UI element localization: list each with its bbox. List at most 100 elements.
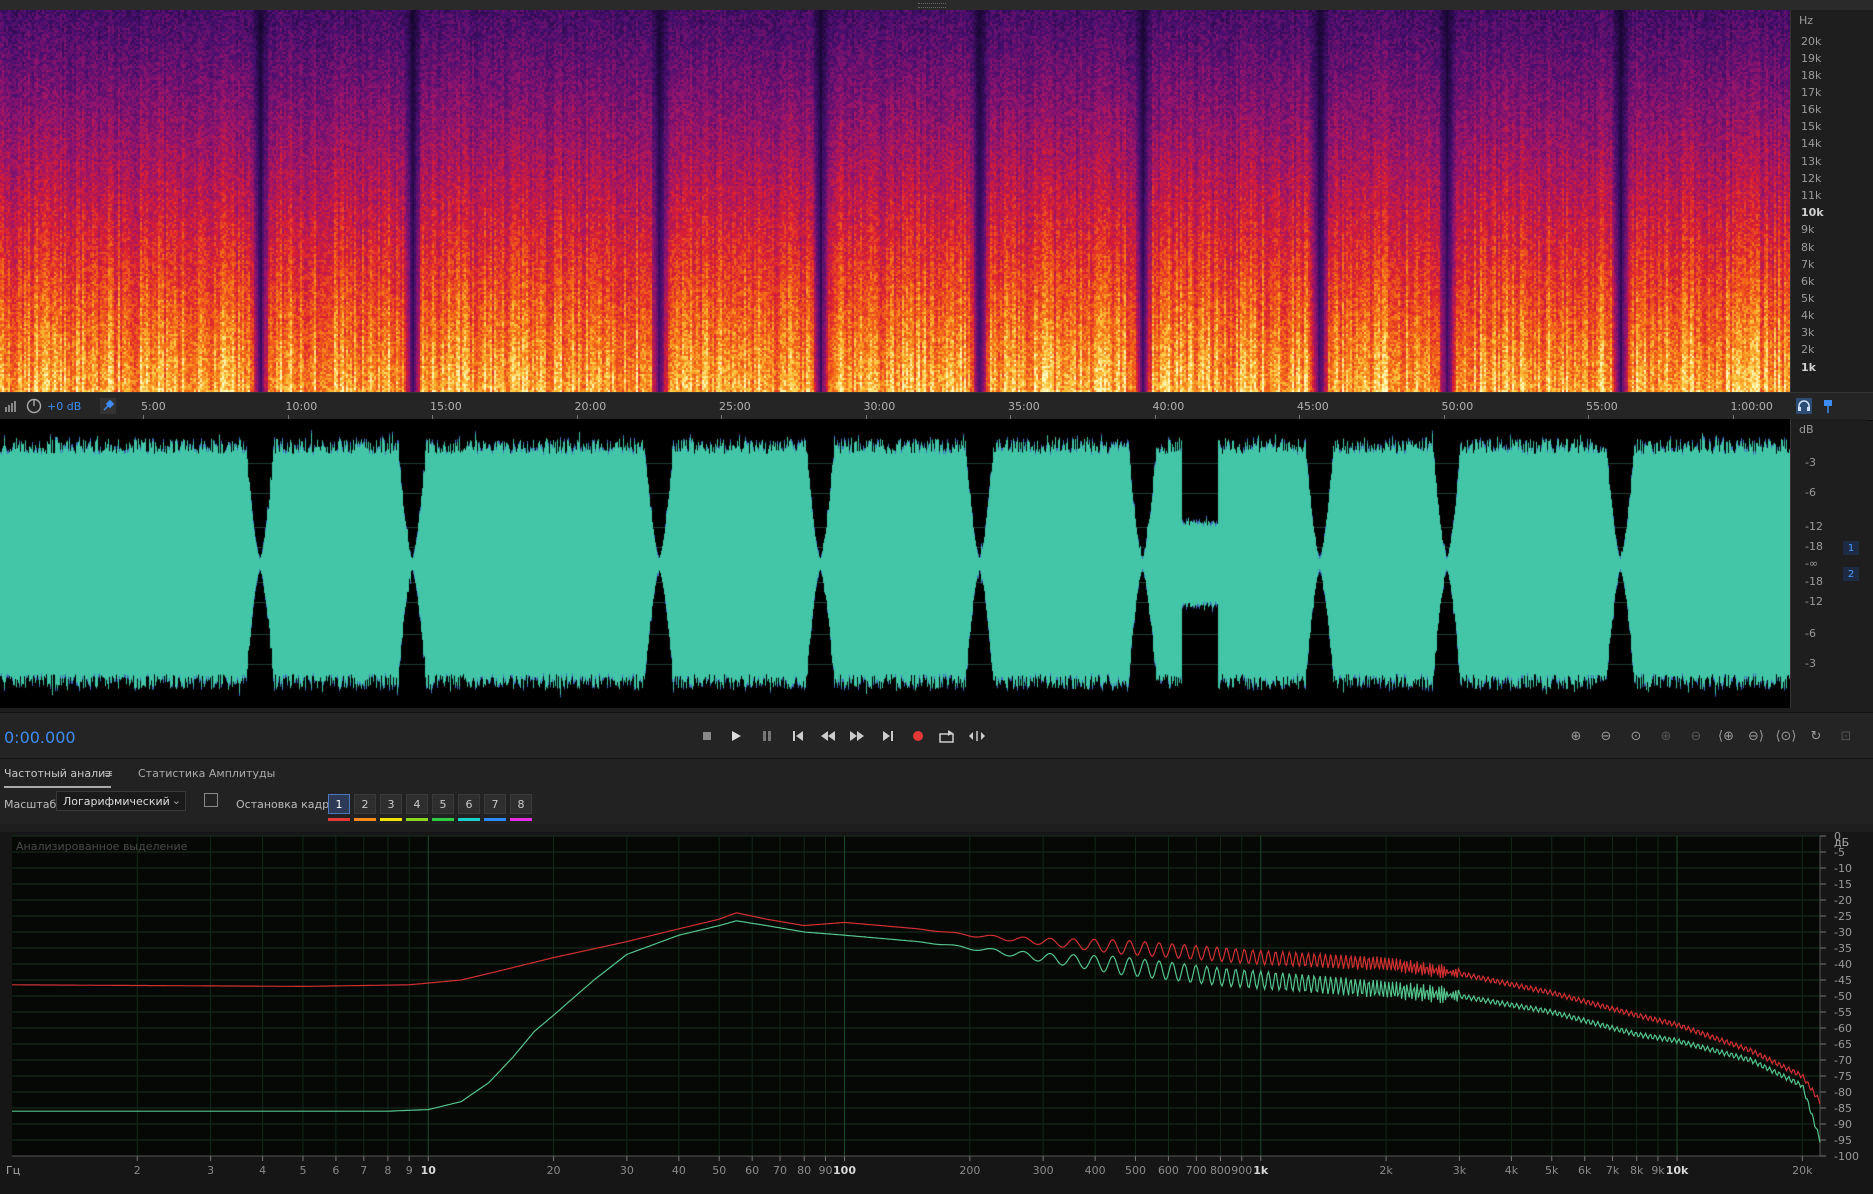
x-tick-label: 4 — [259, 1164, 266, 1177]
y-tick-label: -15 — [1834, 878, 1852, 891]
freeze-frame-label: Остановка кадра: — [236, 798, 340, 811]
time-tick-label: 30:00 — [863, 400, 896, 413]
hz-unit-label: Hz — [1799, 14, 1814, 27]
x-tick-label: 9k — [1651, 1164, 1665, 1177]
zoom-out-time-icon[interactable]: ⊖ — [1683, 723, 1709, 749]
freeze-frame-color-bar — [458, 818, 480, 821]
scale-label: Масштаб: — [4, 798, 60, 811]
freeze-frame-color-bar — [484, 818, 506, 821]
headphones-icon[interactable] — [1796, 398, 1812, 414]
hz-tick-label: 11k — [1801, 189, 1822, 203]
hz-tick-label: 6k — [1801, 274, 1815, 288]
pause-button[interactable] — [754, 723, 780, 749]
waveform-display[interactable] — [0, 419, 1790, 708]
x-tick-label: 2k — [1379, 1164, 1393, 1177]
y-tick-label: -55 — [1834, 1006, 1852, 1019]
frequency-chart-svg[interactable]: 0-5-10-15-20-25-30-35-40-45-50-55-60-65-… — [0, 832, 1873, 1194]
time-tick-label: 10:00 — [285, 400, 318, 413]
time-tick-label: 45:00 — [1297, 400, 1329, 413]
spectrogram-display[interactable] — [0, 10, 1790, 392]
y-tick-label: -85 — [1834, 1102, 1852, 1115]
hz-tick-label: 5k — [1801, 292, 1815, 306]
x-tick-label: 10k — [1666, 1164, 1689, 1177]
freeze-frame-button-7[interactable]: 7 — [484, 794, 506, 814]
pin-icon[interactable] — [100, 398, 116, 414]
time-tick-label: 50:00 — [1441, 400, 1474, 413]
skip-selection-button[interactable] — [964, 723, 990, 749]
y-axis-unit-label: дБ — [1834, 836, 1849, 849]
hz-tick-label: 10k — [1801, 206, 1824, 220]
freeze-frame-color-bar — [328, 818, 350, 821]
hz-tick-label: 2k — [1801, 343, 1815, 357]
x-tick-label: 800 — [1210, 1164, 1231, 1177]
copy-graph-icon[interactable] — [204, 793, 218, 807]
x-tick-label: 3 — [207, 1164, 214, 1177]
freeze-frame-button-8[interactable]: 8 — [510, 794, 532, 814]
db-tick-label: -12 — [1805, 595, 1823, 608]
zoom-in-point-icon[interactable]: ⟨⊕ — [1713, 723, 1739, 749]
fast-forward-button[interactable] — [844, 723, 870, 749]
y-tick-label: -75 — [1834, 1070, 1852, 1083]
current-time-display[interactable]: 0:00.000 — [4, 728, 76, 747]
y-tick-label: -45 — [1834, 974, 1852, 987]
y-tick-label: -10 — [1834, 862, 1852, 875]
freeze-frame-color-bar — [380, 818, 402, 821]
freeze-frame-button-2[interactable]: 2 — [354, 794, 376, 814]
channel-2-toggle[interactable]: 2 — [1843, 567, 1859, 581]
chevron-down-icon: ⌄ — [171, 794, 181, 807]
hz-tick-label: 20k — [1801, 34, 1822, 48]
hz-tick-label: 4k — [1801, 308, 1815, 322]
zoom-out-amplitude-icon[interactable]: ⊖ — [1593, 723, 1619, 749]
zoom-in-amplitude-icon[interactable]: ⊕ — [1563, 723, 1589, 749]
stop-button[interactable] — [694, 723, 720, 749]
x-tick-label: 1k — [1253, 1164, 1269, 1177]
hz-tick-label: 13k — [1801, 155, 1822, 169]
x-tick-label: 7 — [360, 1164, 367, 1177]
level-meter-icon[interactable] — [4, 399, 18, 413]
freeze-frame-button-3[interactable]: 3 — [380, 794, 402, 814]
freeze-frame-button-5[interactable]: 5 — [432, 794, 454, 814]
frequency-ruler[interactable]: Hz 20k 19k 18k 17k 16k 15k 14k 13k 12k 11k 10k 9k 8k… — [1790, 10, 1866, 392]
scale-dropdown-value: Логарифмический — [63, 794, 170, 808]
timeline-ruler[interactable]: +0 dB 5:00 10:00 15:00 20:00 25:00 30:00 35:00… — [0, 392, 1873, 421]
zoom-refresh-icon[interactable]: ↻ — [1803, 723, 1829, 749]
frequency-analysis-graph[interactable]: 0 -5 -10 -15 -20 -25 -30 -35 -40 -45 -50 -55 -60 -65-… — [0, 832, 1873, 1194]
y-tick-label: -80 — [1834, 1086, 1852, 1099]
freeze-frame-button-1[interactable]: 1 — [328, 794, 350, 814]
zoom-in-time-icon[interactable]: ⊕ — [1653, 723, 1679, 749]
loop-playback-button[interactable] — [934, 723, 960, 749]
time-tick-label: 5:00 — [141, 400, 166, 413]
zoom-reset-icon[interactable]: ⊙ — [1623, 723, 1649, 749]
scale-dropdown[interactable]: Логарифмический ⌄ — [56, 791, 186, 811]
hz-tick-label: 8k — [1801, 240, 1815, 254]
panel-menu-icon[interactable]: ≡ — [104, 767, 113, 780]
freeze-frame-button-4[interactable]: 4 — [406, 794, 428, 814]
x-tick-label: 50 — [712, 1164, 726, 1177]
zoom-lock-icon[interactable]: ⊡ — [1833, 723, 1859, 749]
y-tick-label: -60 — [1834, 1022, 1852, 1035]
zoom-out-full-icon[interactable]: ⊖⟩ — [1743, 723, 1769, 749]
db-unit-label: dB — [1799, 423, 1814, 436]
tab-frequency-analysis[interactable]: Частотный анализ — [4, 767, 112, 788]
time-tick-label: 40:00 — [1152, 400, 1185, 413]
record-button[interactable] — [905, 723, 931, 749]
y-tick-label: -95 — [1834, 1134, 1852, 1147]
marker-pin-icon[interactable] — [1820, 398, 1836, 414]
hz-tick-label: 15k — [1801, 120, 1822, 134]
move-to-end-button[interactable] — [875, 723, 901, 749]
amplitude-ruler[interactable]: dB -3 -6 -12 -18 -∞ -18 -12 -6 -3 1 2 — [1790, 419, 1866, 708]
x-tick-label: 9 — [406, 1164, 413, 1177]
x-tick-label: 3k — [1453, 1164, 1467, 1177]
freeze-frame-button-6[interactable]: 6 — [458, 794, 480, 814]
top-resize-handle[interactable] — [0, 0, 1873, 10]
x-tick-label: 700 — [1186, 1164, 1207, 1177]
play-button[interactable] — [723, 723, 749, 749]
x-tick-label: 6k — [1578, 1164, 1592, 1177]
rewind-button[interactable] — [815, 723, 841, 749]
channel-1-toggle[interactable]: 1 — [1843, 541, 1859, 555]
gain-value[interactable]: +0 dB — [47, 400, 81, 413]
tab-amplitude-statistics[interactable]: Статистика Амплитуды — [138, 767, 275, 780]
move-to-start-button[interactable] — [785, 723, 811, 749]
gain-knob-icon[interactable] — [26, 398, 42, 414]
zoom-selection-icon[interactable]: ⟨⊙⟩ — [1773, 723, 1799, 749]
